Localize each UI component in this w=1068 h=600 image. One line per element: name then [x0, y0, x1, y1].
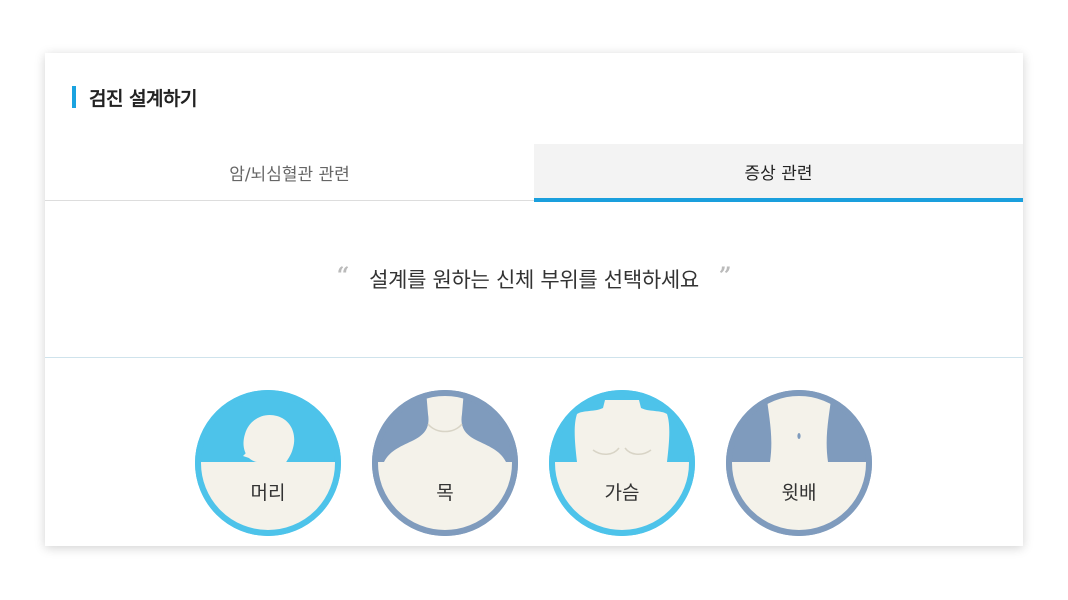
checkup-design-panel: 검진 설계하기 암/뇌심혈관 관련 증상 관련 “ 설계를 원하는 신체 부위를 …: [45, 53, 1023, 546]
body-part-neck-label: 목: [436, 482, 454, 504]
tab-cancer-cardiovascular[interactable]: 암/뇌심혈관 관련: [45, 144, 534, 200]
close-quote-icon: ”: [718, 263, 732, 289]
divider: [45, 357, 1023, 358]
body-part-neck-button[interactable]: 목: [372, 390, 518, 536]
tab-symptoms[interactable]: 증상 관련: [534, 144, 1023, 202]
tab-bar: 암/뇌심혈관 관련 증상 관련: [45, 144, 1023, 202]
open-quote-icon: “: [336, 263, 350, 289]
neck-icon: [372, 390, 518, 536]
body-part-chest-button[interactable]: 가슴: [549, 390, 695, 536]
body-part-upper-abdomen-label: 윗배: [781, 482, 817, 504]
head-icon: [195, 390, 341, 536]
section-title: 검진 설계하기: [89, 87, 198, 110]
instruction-text-row: “ 설계를 원하는 신체 부위를 선택하세요 ”: [45, 263, 1023, 294]
body-part-chest-label: 가슴: [604, 482, 640, 504]
body-part-upper-abdomen-button[interactable]: 윗배: [726, 390, 872, 536]
chest-icon: [549, 390, 695, 536]
upper-abdomen-icon: [726, 390, 872, 536]
title-accent-bar: [72, 86, 76, 108]
body-part-head-button[interactable]: 머리: [195, 390, 341, 536]
body-part-selector: 머리 목 가슴 윗배: [195, 390, 875, 540]
section-header: 검진 설계하기: [72, 86, 198, 110]
instruction-text: 설계를 원하는 신체 부위를 선택하세요: [369, 268, 699, 292]
body-part-head-label: 머리: [250, 482, 286, 504]
